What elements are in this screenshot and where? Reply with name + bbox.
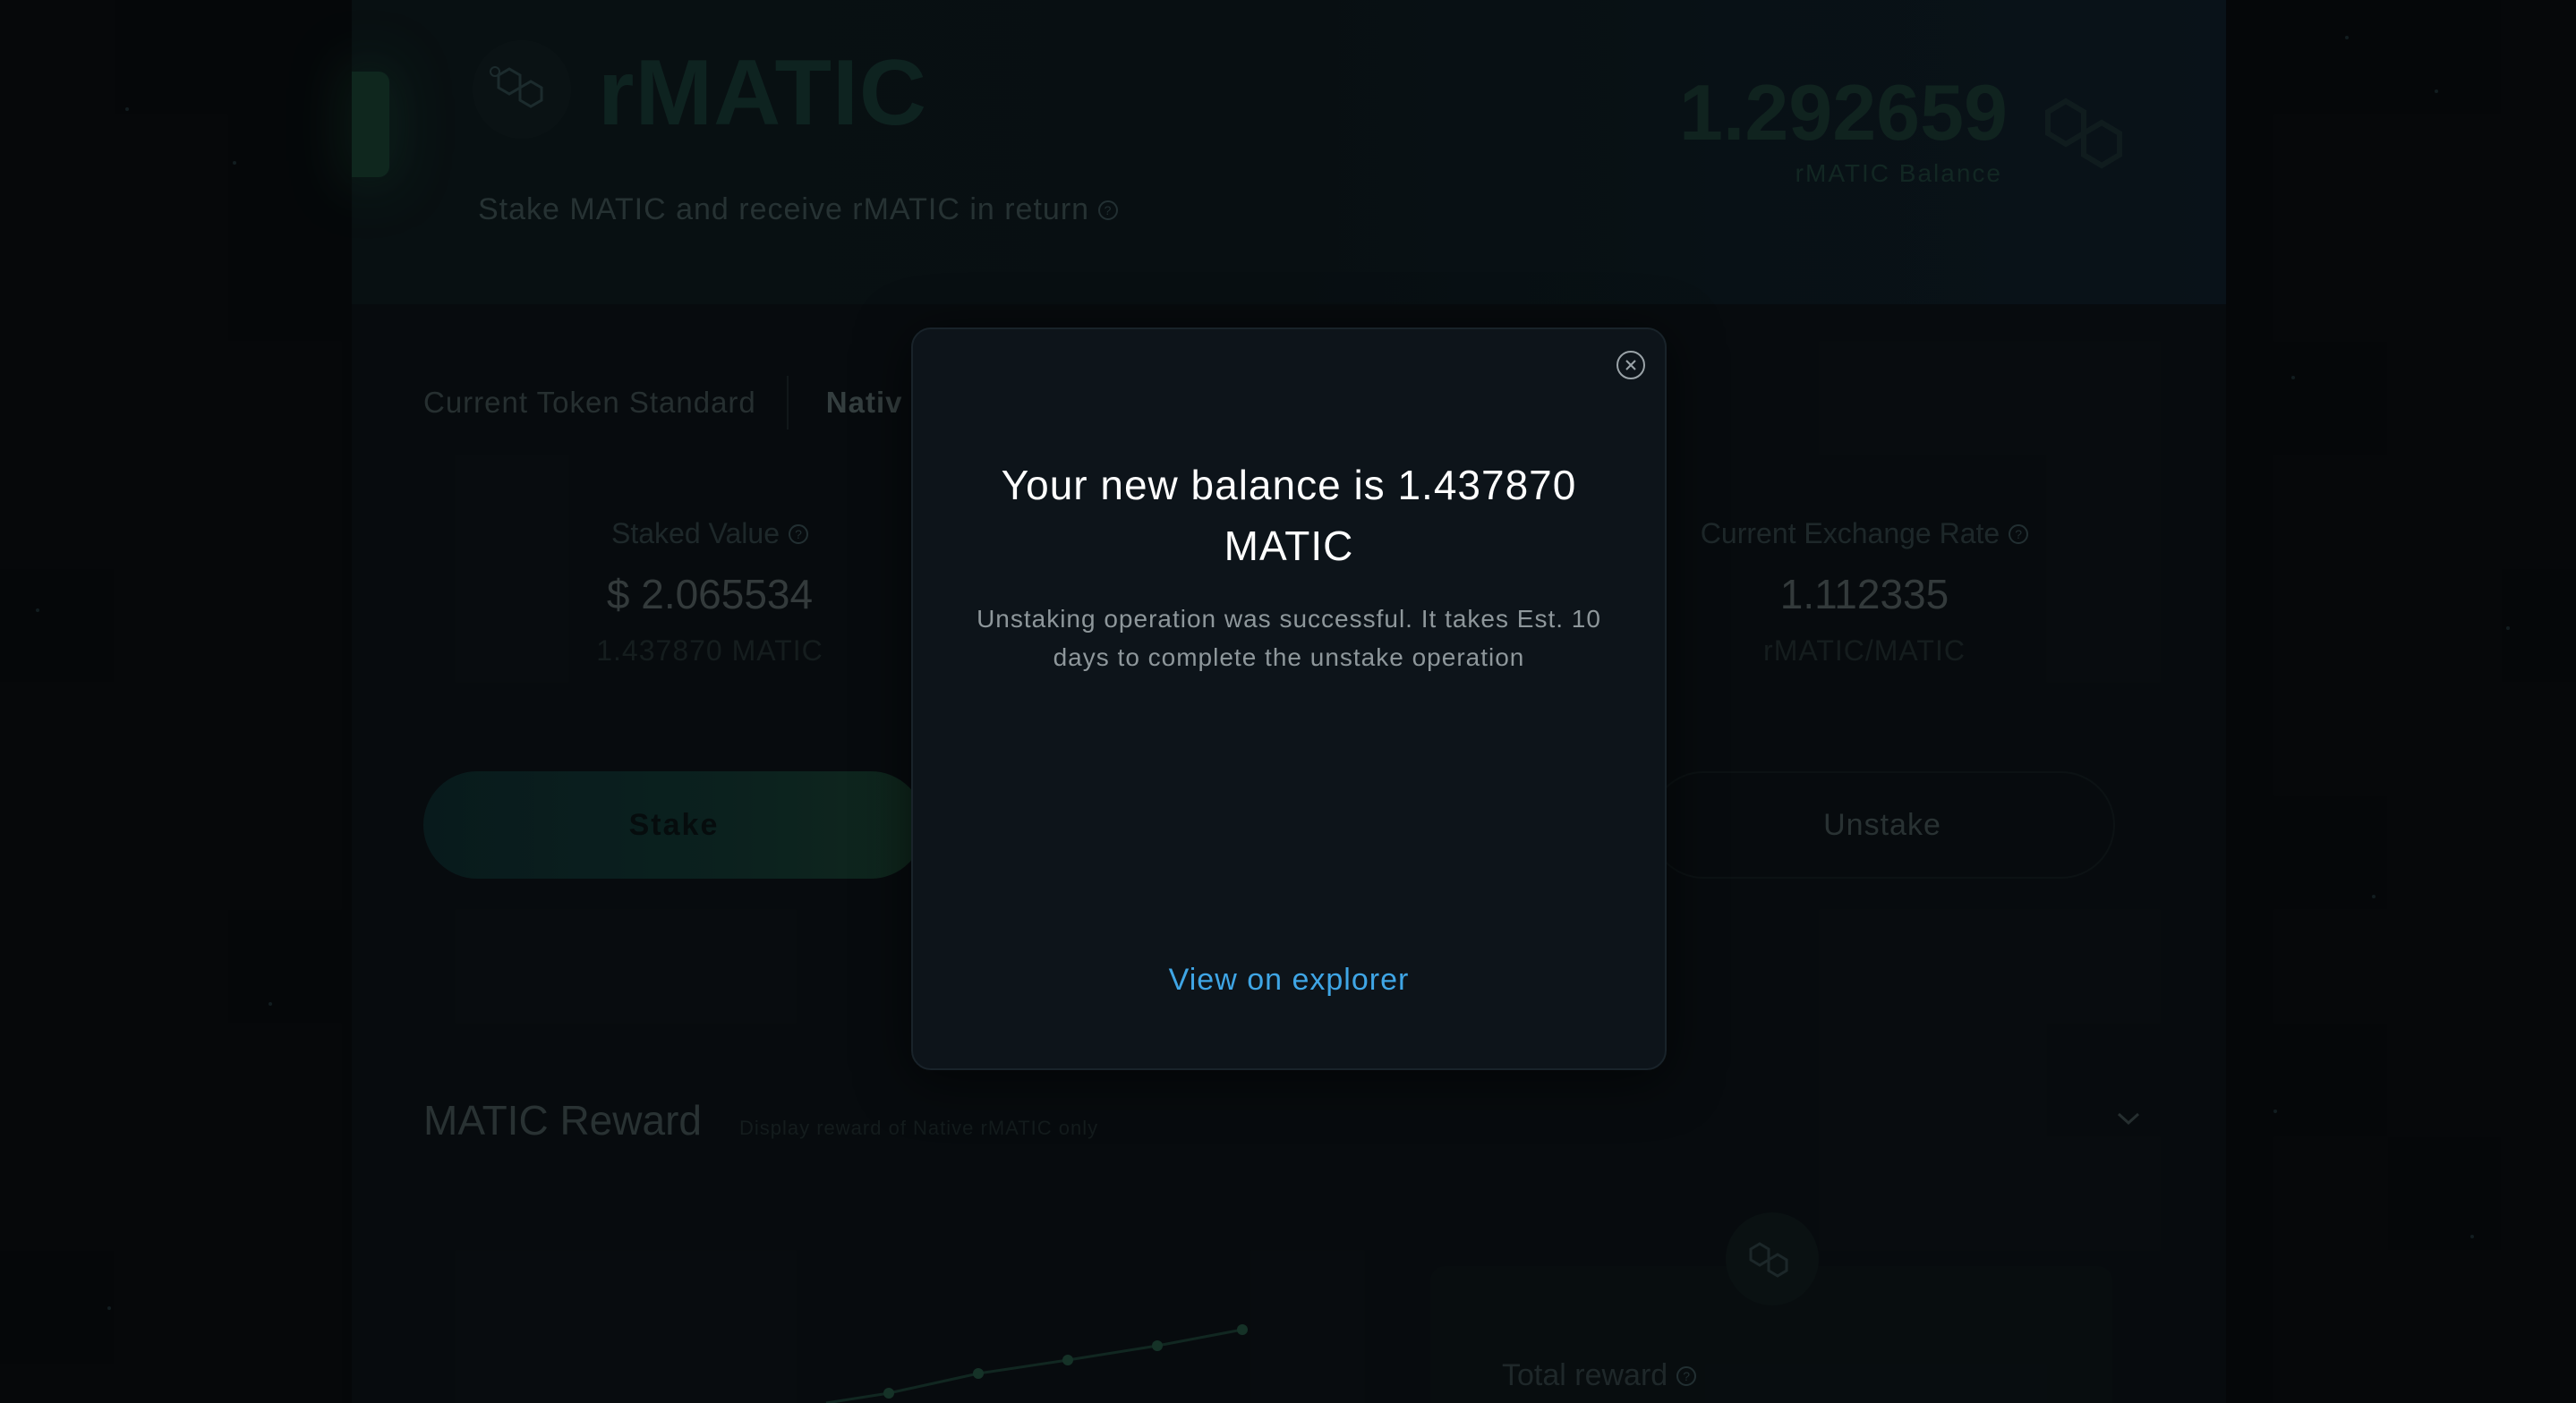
view-on-explorer-link[interactable]: View on explorer: [913, 963, 1665, 998]
unstake-success-modal: Your new balance is 1.437870 MATIC Unsta…: [911, 327, 1667, 1070]
modal-message: Unstaking operation was successful. It t…: [977, 605, 1601, 671]
page: rMATIC Stake MATIC and receive rMATIC in…: [0, 0, 2576, 1403]
close-circle-icon[interactable]: [1616, 351, 1645, 379]
modal-title: Your new balance is 1.437870 MATIC: [1001, 462, 1577, 569]
